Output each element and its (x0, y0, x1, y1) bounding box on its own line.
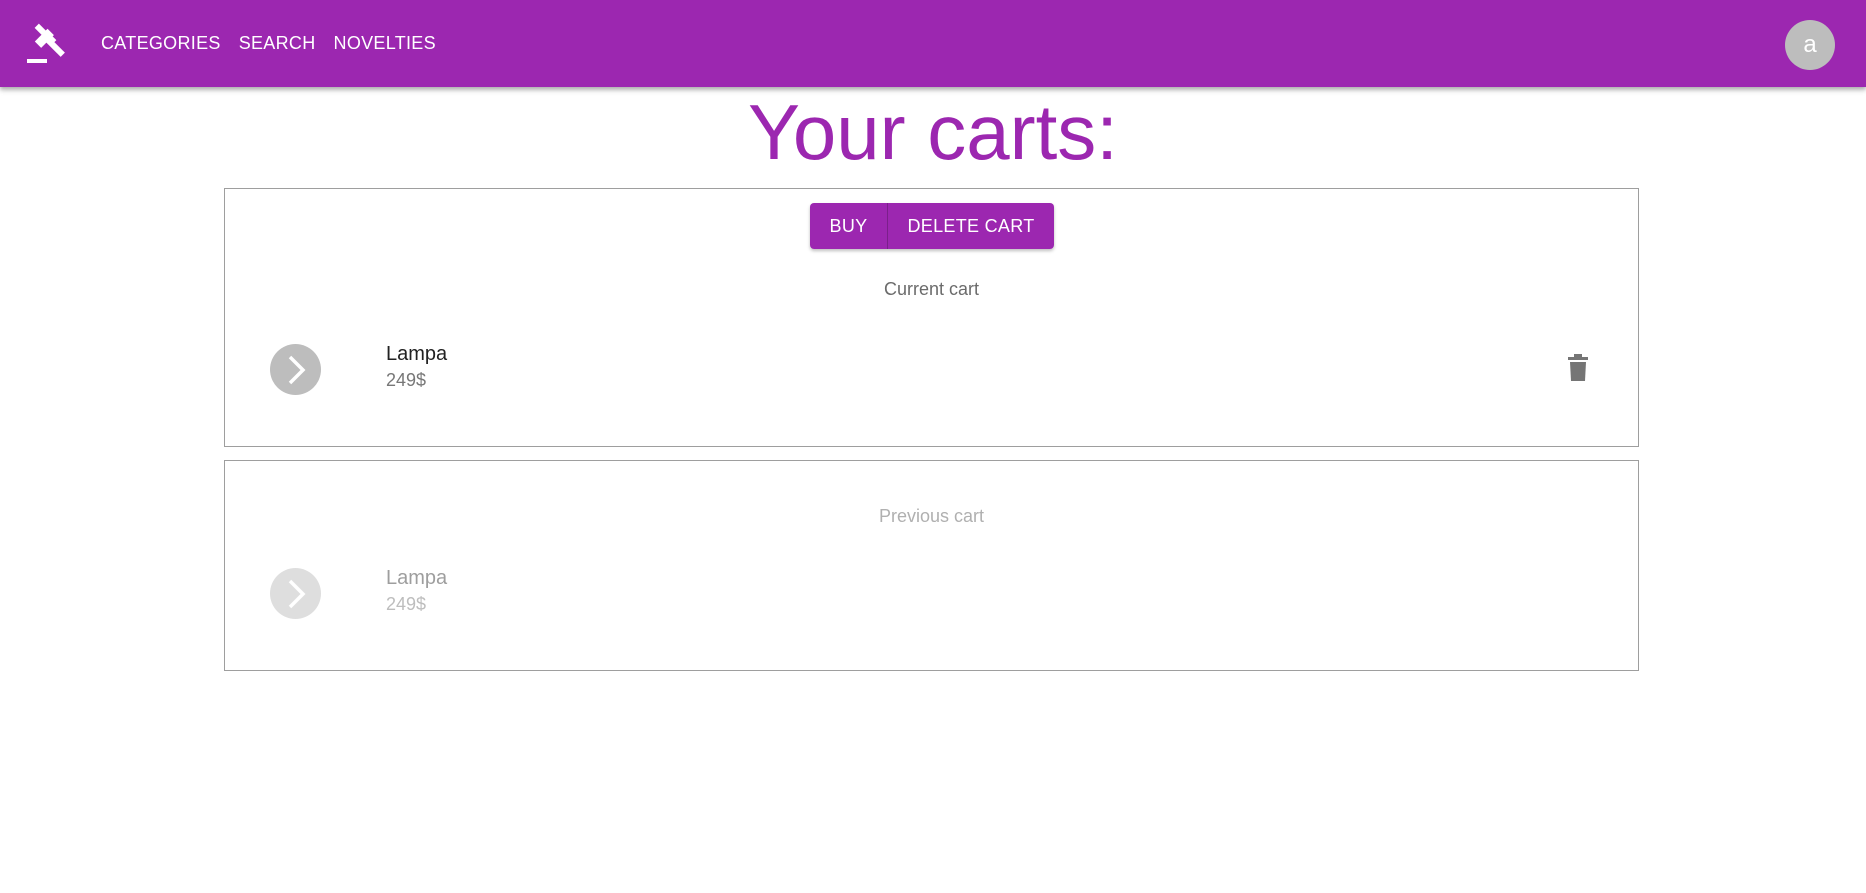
nav-search[interactable]: SEARCH (230, 25, 325, 62)
user-avatar[interactable]: a (1785, 20, 1835, 70)
item-name: Lampa (386, 567, 448, 589)
delete-cart-button[interactable]: DELETE CART (888, 203, 1054, 249)
chevron-right-icon[interactable] (270, 568, 321, 619)
item-price: 249$ (386, 594, 427, 614)
cart-actions: BUY DELETE CART (810, 203, 1054, 249)
trash-icon[interactable] (1566, 354, 1590, 382)
nav-novelties[interactable]: NOVELTIES (325, 25, 445, 62)
main-nav: CATEGORIES SEARCH NOVELTIES (92, 0, 445, 87)
app-bar: CATEGORIES SEARCH NOVELTIES a (0, 0, 1866, 87)
item-price: 249$ (386, 370, 427, 390)
page-title: Your carts: (748, 88, 1118, 176)
current-cart-label: Current cart (883, 279, 980, 299)
previous-cart-card: Previous cart Lampa 249$ (224, 460, 1639, 671)
current-cart-card: BUY DELETE CART Current cart Lampa 249$ (224, 188, 1639, 447)
previous-cart-label: Previous cart (878, 506, 985, 526)
list-item: Lampa 249$ (270, 564, 1590, 620)
chevron-right-icon[interactable] (270, 344, 321, 395)
gavel-icon[interactable] (25, 22, 69, 66)
nav-categories[interactable]: CATEGORIES (92, 25, 230, 62)
item-name: Lampa (386, 343, 448, 365)
list-item: Lampa 249$ (270, 340, 1590, 396)
buy-button[interactable]: BUY (810, 203, 888, 249)
